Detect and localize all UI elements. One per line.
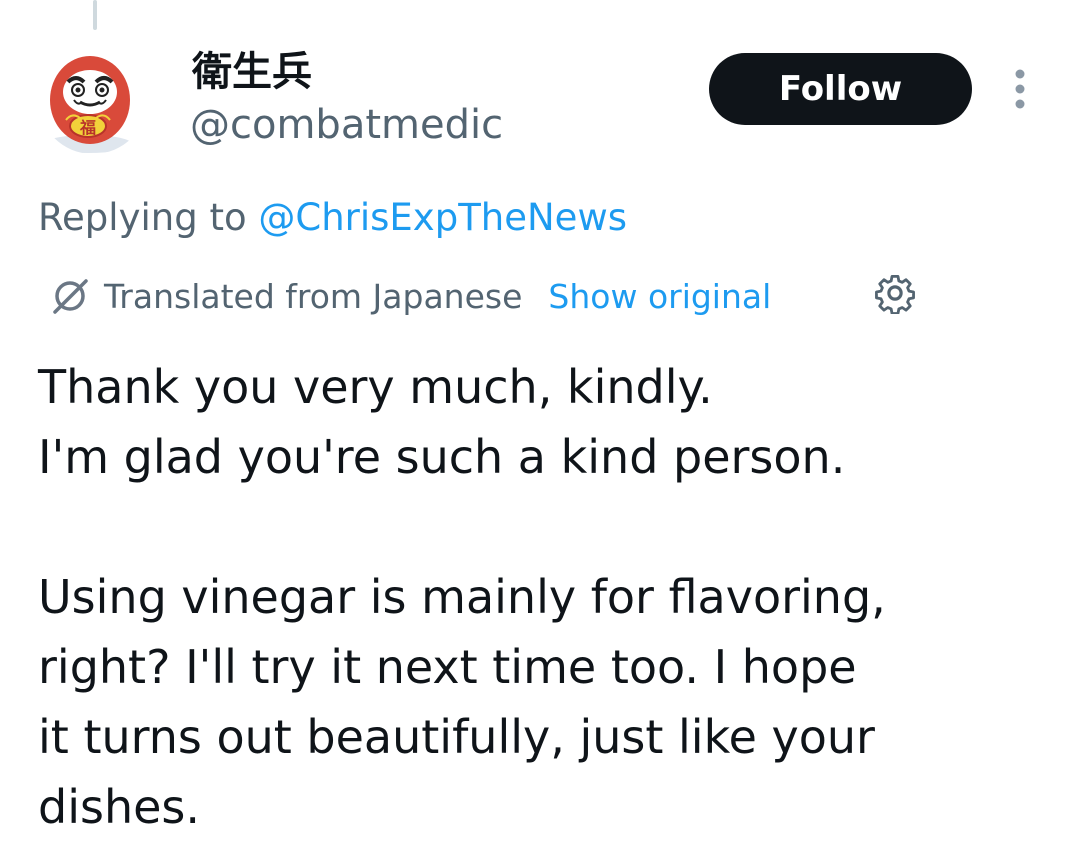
show-original-link[interactable]: Show original [548, 277, 771, 316]
daruma-avatar-icon: 福 [44, 56, 132, 153]
more-options-button[interactable] [1004, 66, 1036, 112]
tweet-text-line: right? I'll try it next time too. I hope [38, 640, 857, 694]
translate-icon [48, 274, 92, 318]
follow-button[interactable]: Follow [709, 53, 972, 125]
more-vertical-icon [1015, 69, 1025, 109]
replying-to-label: Replying to [38, 196, 247, 239]
thread-connector-line [93, 0, 97, 30]
replying-to-line: Replying to @ChrisExpTheNews [38, 194, 627, 242]
tweet-text-line: dishes. [38, 780, 200, 834]
tweet-card: 福 衛生兵 @combatmedic Follow Replying to @C… [0, 0, 1080, 849]
tweet-text-line: I'm glad you're such a kind person. [38, 430, 846, 484]
tweet-text-line: it turns out beautifully, just like your [38, 710, 875, 764]
translation-bar: Translated from Japanese Show original [48, 270, 771, 322]
gear-icon[interactable] [872, 270, 918, 316]
author-handle[interactable]: @combatmedic [190, 99, 503, 151]
translated-from-label: Translated from Japanese [104, 276, 523, 316]
author-display-name[interactable]: 衛生兵 [192, 48, 312, 96]
tweet-text-line: Thank you very much, kindly. [38, 360, 713, 414]
svg-text:福: 福 [79, 118, 96, 137]
replying-to-mention-link[interactable]: @ChrisExpTheNews [258, 196, 627, 239]
tweet-text-line: Using vinegar is mainly for flavoring, [38, 570, 886, 624]
tweet-text: Thank you very much, kindly. I'm glad yo… [38, 352, 1038, 842]
avatar[interactable]: 福 [38, 44, 148, 154]
